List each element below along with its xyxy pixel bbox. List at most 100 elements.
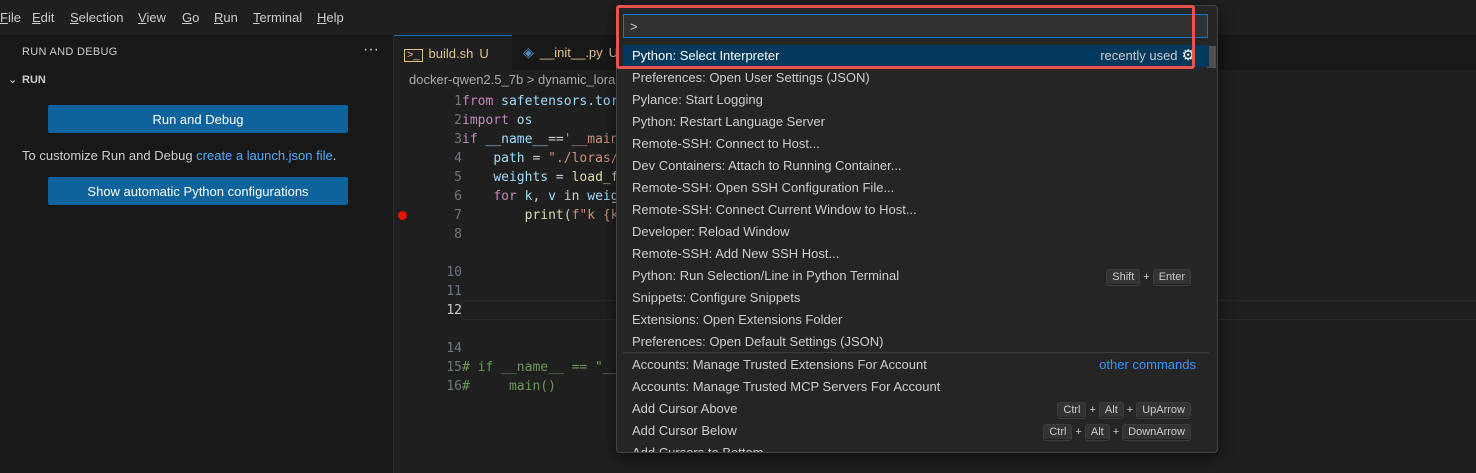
menu-selection[interactable]: Selection: [70, 10, 123, 25]
code-text: for k, v in weig: [462, 187, 619, 206]
keybinding-key: Shift: [1106, 269, 1141, 286]
recently-used-label: recently used: [1100, 48, 1178, 63]
code-line[interactable]: 8: [394, 225, 614, 244]
code-line[interactable]: 5 weights = load_f: [394, 168, 618, 187]
command-label: Preferences: Open User Settings (JSON): [632, 70, 870, 85]
code-token: =: [548, 170, 572, 185]
command-item[interactable]: Remote-SSH: Add New SSH Host...: [623, 243, 1209, 265]
line-number: 11: [446, 284, 462, 299]
menu-terminal[interactable]: Terminal: [253, 10, 302, 25]
command-item[interactable]: Dev Containers: Attach to Running Contai…: [623, 155, 1209, 177]
line-number: 14: [446, 341, 462, 356]
code-token: __name__: [485, 132, 549, 147]
code-token: (: [563, 208, 572, 223]
command-item[interactable]: Add Cursors to Bottom: [623, 442, 1209, 452]
line-number: 10: [446, 265, 462, 280]
command-item[interactable]: Preferences: Open User Settings (JSON): [623, 67, 1209, 89]
menu-label: iew: [146, 10, 166, 25]
keybinding-key: Enter: [1152, 269, 1191, 286]
terminal-file-icon: >_: [404, 49, 423, 62]
command-label: Extensions: Open Extensions Folder: [632, 312, 843, 327]
code-token: load_f: [571, 170, 619, 185]
code-line[interactable]: 11: [394, 282, 614, 301]
command-label: Add Cursor Above: [632, 401, 738, 416]
code-line[interactable]: 3 if __name__=='__main: [394, 130, 618, 149]
create-launch-json-link[interactable]: create a launch.json file: [196, 148, 333, 163]
gear-icon[interactable]: ⚙: [1182, 47, 1195, 64]
command-item[interactable]: Add Cursor Below Ctrl + Alt + DownArrow: [623, 420, 1209, 442]
code-line[interactable]: 6 for k, v in weig: [394, 187, 618, 206]
command-item[interactable]: Accounts: Manage Trusted Extensions For …: [623, 354, 1209, 376]
menu-label: election: [78, 10, 124, 25]
run-debug-sidebar: RUN AND DEBUG ··· ⌄ RUN Run and Debug To …: [0, 35, 394, 473]
command-item[interactable]: Snippets: Configure Snippets: [623, 287, 1209, 309]
keybinding-key: Alt: [1098, 402, 1124, 419]
command-item[interactable]: Remote-SSH: Connect to Host...: [623, 133, 1209, 155]
code-line[interactable]: 1 from safetensors.tor: [394, 92, 618, 111]
menu-view[interactable]: View: [138, 10, 166, 25]
menu-mnemonic: F: [0, 10, 8, 25]
command-item[interactable]: Developer: Reload Window: [623, 221, 1209, 243]
breadcrumb-folder[interactable]: docker-qwen2.5_7b: [409, 72, 523, 87]
code-token: # if __name__ == "__: [462, 360, 619, 375]
code-token: if: [462, 132, 486, 147]
command-item[interactable]: Python: Restart Language Server: [623, 111, 1209, 133]
command-palette-input[interactable]: [623, 14, 1208, 38]
code-token: f"k {k: [571, 208, 619, 223]
code-token: from: [462, 94, 502, 109]
command-item[interactable]: Preferences: Open Default Settings (JSON…: [623, 331, 1209, 353]
code-line[interactable]: 10: [394, 263, 614, 282]
menu-file[interactable]: File: [0, 10, 21, 25]
code-line[interactable]: 4 path = "./loras/: [394, 149, 618, 168]
command-item[interactable]: Pylance: Start Logging: [623, 89, 1209, 111]
menu-label: elp: [326, 10, 344, 25]
command-palette: Python: Select Interpreter recently used ⚙…: [616, 5, 1218, 453]
line-number: 6: [454, 189, 462, 204]
code-token: weig: [587, 189, 619, 204]
code-token: safetensors.tor: [501, 94, 619, 109]
line-number: 2: [454, 113, 462, 128]
command-item[interactable]: Python: Run Selection/Line in Python Ter…: [623, 265, 1209, 287]
code-line[interactable]: 7 print(f"k {k: [394, 206, 619, 225]
command-label: Remote-SSH: Add New SSH Host...: [632, 246, 840, 261]
menu-edit[interactable]: Edit: [32, 10, 54, 25]
command-meta: Ctrl + Alt + UpArrow: [1057, 398, 1191, 421]
code-line[interactable]: 2 import os: [394, 111, 614, 130]
command-meta: Shift + Enter: [1106, 265, 1191, 288]
command-item[interactable]: Extensions: Open Extensions Folder: [623, 309, 1209, 331]
code-token: ==: [548, 132, 564, 147]
command-label: Snippets: Configure Snippets: [632, 290, 801, 305]
code-line[interactable]: 12: [394, 301, 614, 320]
more-actions-icon[interactable]: ···: [363, 41, 379, 59]
menu-mnemonic: R: [214, 10, 224, 25]
code-line[interactable]: 14: [394, 339, 614, 358]
command-item[interactable]: Add Cursor Above Ctrl + Alt + UpArrow: [623, 398, 1209, 420]
command-item[interactable]: Python: Select Interpreter recently used ⚙: [623, 45, 1209, 67]
tab-init-py[interactable]: ◈ __init__.py U: [513, 35, 623, 70]
command-item[interactable]: Remote-SSH: Open SSH Configuration File.…: [623, 177, 1209, 199]
menu-run[interactable]: Run: [214, 10, 238, 25]
code-line[interactable]: 16 # main(): [394, 377, 614, 396]
code-token: import: [462, 113, 517, 128]
keybinding-key: UpArrow: [1136, 402, 1191, 419]
menu-go[interactable]: Go: [182, 10, 199, 25]
code-token: v: [548, 189, 556, 204]
code-token: os: [516, 113, 533, 128]
run-and-debug-button[interactable]: Run and Debug: [48, 105, 348, 133]
customize-text: To customize Run and Debug create a laun…: [22, 148, 336, 163]
key-plus: +: [1089, 404, 1096, 416]
command-item[interactable]: Accounts: Manage Trusted MCP Servers For…: [623, 376, 1209, 398]
menu-help[interactable]: Help: [317, 10, 344, 25]
code-line[interactable]: 15 # if __name__ == "__: [394, 358, 618, 377]
other-commands-link[interactable]: other commands: [1099, 357, 1196, 372]
tab-build-sh[interactable]: >_ build.sh U: [394, 35, 512, 71]
breadcrumb-current[interactable]: dynamic_lora: [538, 72, 615, 87]
run-section-header[interactable]: ⌄ RUN: [8, 73, 46, 86]
show-python-configurations-button[interactable]: Show automatic Python configurations: [48, 177, 348, 205]
code-token: # main(): [462, 379, 556, 394]
command-item[interactable]: Remote-SSH: Connect Current Window to Ho…: [623, 199, 1209, 221]
code-text: weights = load_f: [462, 168, 619, 187]
code-text: # main(): [462, 377, 556, 396]
code-token: "./loras/: [548, 151, 619, 166]
